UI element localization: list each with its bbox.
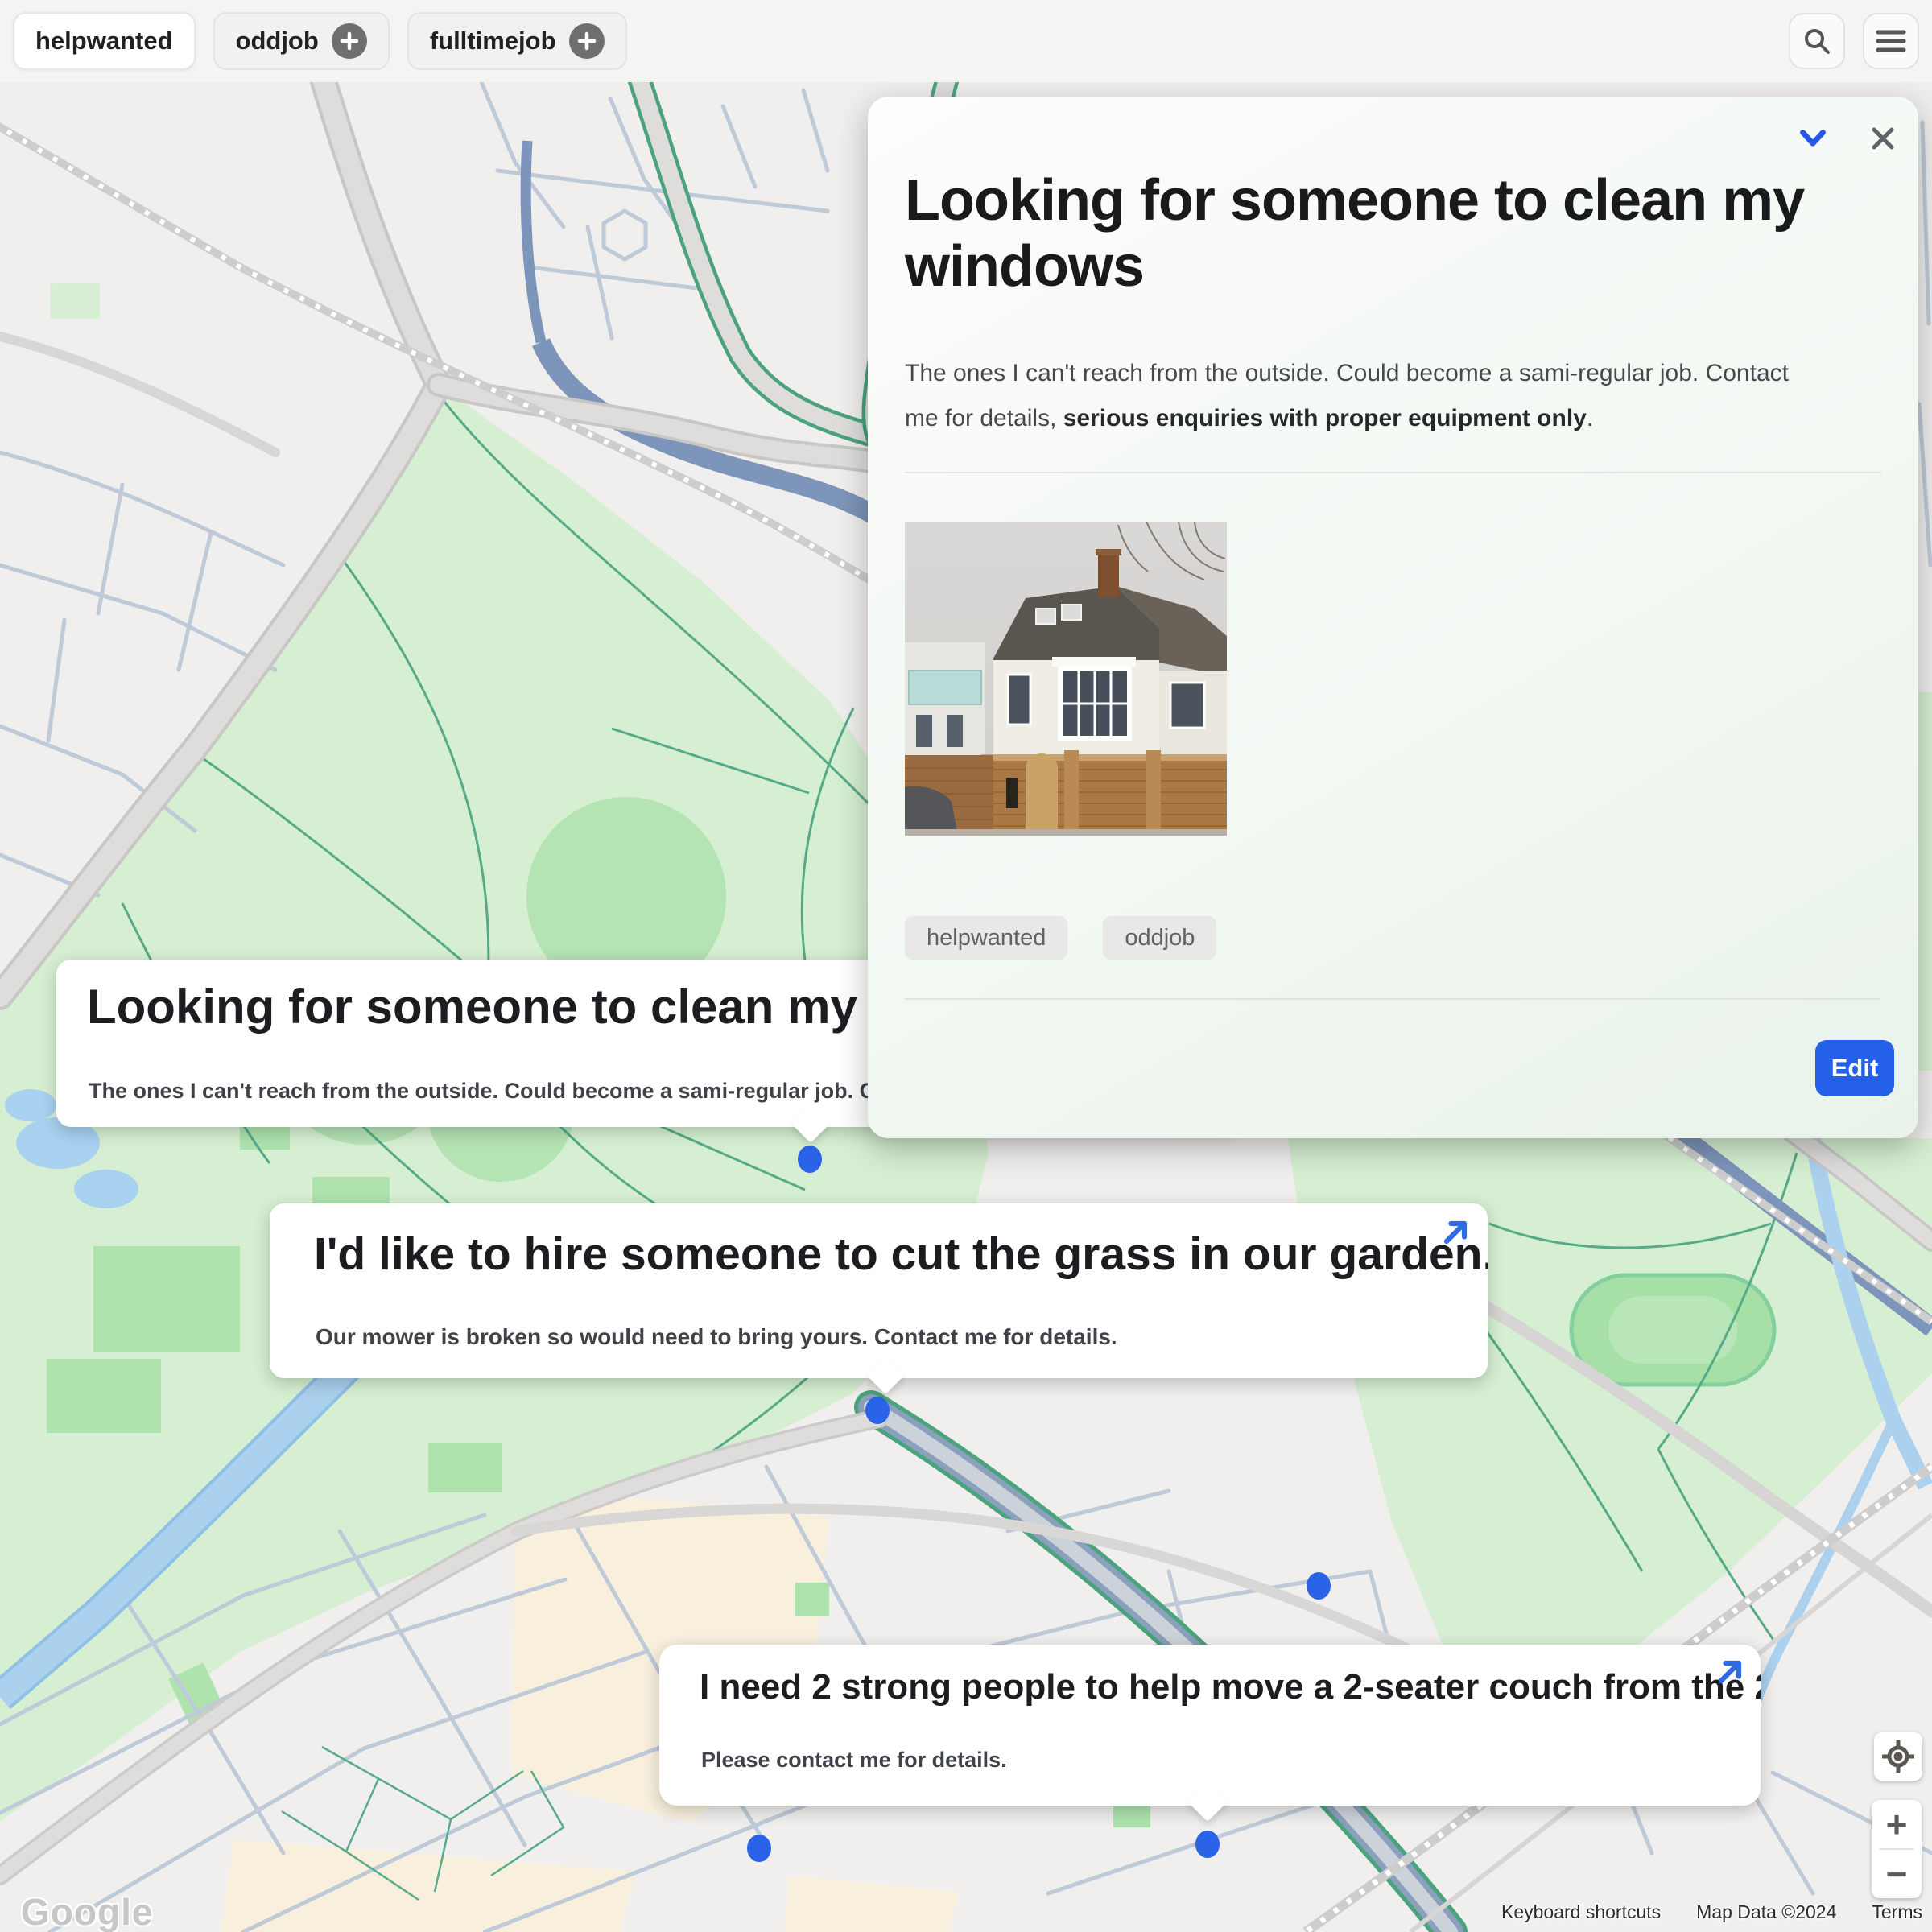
zoom-out-button[interactable]: −	[1872, 1850, 1922, 1898]
popup-description: The ones I can't reach from the outside.…	[89, 1079, 889, 1104]
map-marker[interactable]	[865, 1397, 890, 1424]
filter-chip-helpwanted[interactable]: helpwanted	[13, 12, 196, 70]
open-post-arrow-icon[interactable]	[1712, 1654, 1748, 1690]
popup-title: Looking for someone to clean my wi	[87, 979, 922, 1034]
description-text-end: .	[1587, 405, 1593, 431]
open-post-arrow-icon[interactable]	[1438, 1215, 1473, 1250]
filter-chip-fulltimejob[interactable]: fulltimejob	[407, 12, 627, 70]
description-bold-text: serious enquiries with proper equipment …	[1063, 405, 1587, 431]
collapse-panel-button[interactable]	[1789, 114, 1837, 163]
popup-title: I need 2 strong people to help move a 2-…	[700, 1667, 1761, 1707]
map-marker[interactable]	[1307, 1572, 1331, 1600]
terms-link[interactable]: Terms	[1872, 1901, 1922, 1923]
close-icon	[1868, 123, 1898, 154]
chevron-down-icon	[1797, 126, 1829, 151]
add-tag-icon[interactable]	[332, 23, 367, 59]
edit-post-button[interactable]: Edit	[1815, 1040, 1894, 1096]
hamburger-icon	[1875, 27, 1907, 55]
google-logo[interactable]: Google	[21, 1890, 153, 1932]
close-panel-button[interactable]	[1859, 114, 1907, 163]
panel-divider	[905, 998, 1881, 1000]
post-popup-cut-grass[interactable]: I'd like to hire someone to cut the gras…	[270, 1203, 1488, 1378]
post-photo-house	[905, 522, 1227, 836]
zoom-in-button[interactable]: +	[1872, 1800, 1922, 1848]
panel-divider	[905, 472, 1881, 473]
search-icon	[1801, 25, 1833, 57]
map-marker[interactable]	[1195, 1831, 1220, 1858]
add-tag-icon[interactable]	[569, 23, 605, 59]
popup-title: I'd like to hire someone to cut the gras…	[314, 1228, 1488, 1281]
post-title: Looking for someone to clean my windows	[905, 167, 1863, 299]
tag-chip-helpwanted: helpwanted	[905, 916, 1067, 960]
keyboard-shortcuts-link[interactable]: Keyboard shortcuts	[1501, 1901, 1661, 1923]
filter-chip-label: helpwanted	[35, 27, 173, 56]
filter-chip-label: fulltimejob	[430, 27, 556, 56]
popup-description: Our mower is broken so would need to bri…	[316, 1324, 1117, 1350]
search-button[interactable]	[1789, 13, 1845, 69]
my-location-button[interactable]	[1874, 1732, 1922, 1781]
post-description: The ones I can't reach from the outside.…	[905, 351, 1810, 441]
map-copyright: Map Data ©2024	[1696, 1901, 1836, 1923]
post-detail-panel: Looking for someone to clean my windows …	[868, 97, 1918, 1138]
zoom-control: + −	[1872, 1800, 1922, 1898]
crosshair-icon	[1881, 1740, 1915, 1773]
post-tags: helpwanted oddjob	[905, 916, 1216, 960]
map-marker[interactable]	[747, 1835, 771, 1862]
menu-button[interactable]	[1863, 13, 1919, 69]
topbar-actions	[1789, 13, 1932, 69]
tag-chip-oddjob: oddjob	[1103, 916, 1216, 960]
app-window: Google Keyboard shortcuts Map Data ©2024…	[0, 0, 1932, 1932]
map-attribution: Keyboard shortcuts Map Data ©2024 Terms	[1501, 1901, 1922, 1923]
filter-chip-oddjob[interactable]: oddjob	[213, 12, 390, 70]
top-filter-bar: helpwanted oddjob fulltimejob	[0, 0, 1932, 82]
post-popup-move-couch[interactable]: I need 2 strong people to help move a 2-…	[659, 1645, 1761, 1806]
popup-description: Please contact me for details.	[701, 1748, 1007, 1773]
filter-chip-label: oddjob	[236, 27, 319, 56]
map-marker[interactable]	[798, 1146, 822, 1173]
